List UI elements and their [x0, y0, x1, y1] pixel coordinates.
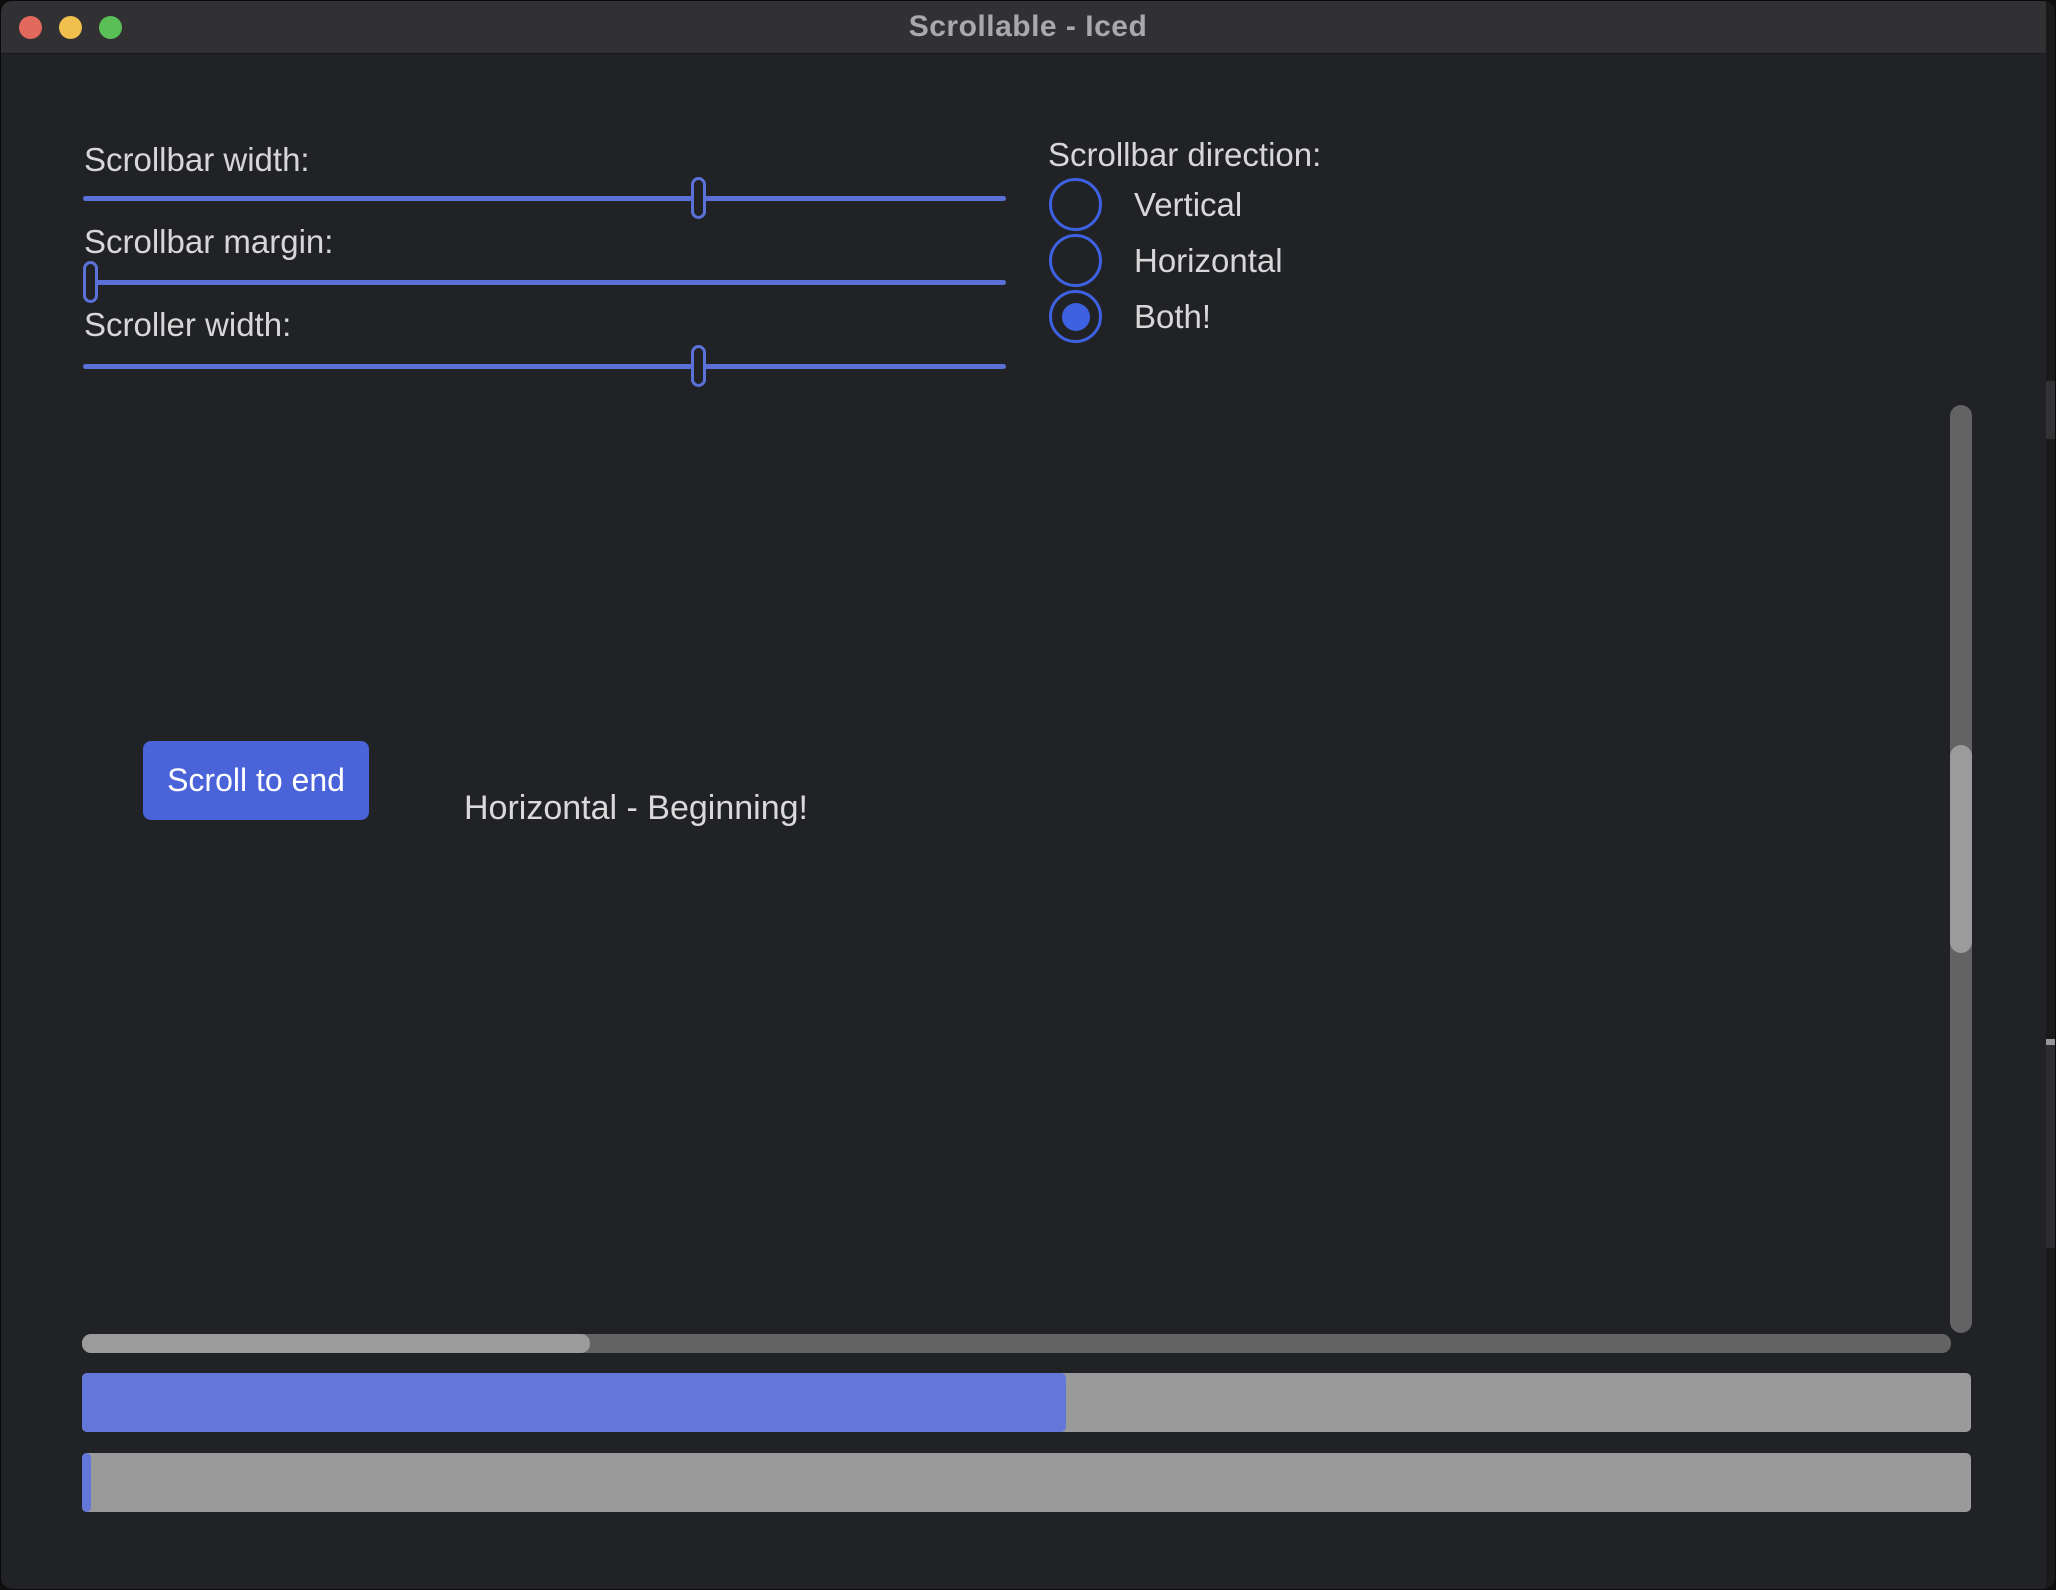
horizontal-scrollbar-thumb[interactable] — [82, 1334, 590, 1353]
radio-option-both[interactable]: Both! — [1049, 290, 1211, 343]
edge-segment — [2046, 1045, 2056, 1248]
slider-label-scrollbar-width: Scrollbar width: — [84, 142, 310, 178]
app-window: Scrollable - Iced Scrollbar width: Scrol… — [0, 0, 2056, 1590]
radio-dot-icon — [1062, 303, 1090, 331]
progress-fill — [82, 1373, 1066, 1432]
slider-handle[interactable] — [691, 177, 706, 219]
window-title: Scrollable - Iced — [909, 10, 1148, 44]
close-icon[interactable] — [19, 16, 42, 39]
slider-handle[interactable] — [83, 261, 98, 303]
scrollbar-width-slider[interactable] — [83, 196, 1006, 201]
radio-option-horizontal[interactable]: Horizontal — [1049, 234, 1283, 287]
slider-handle[interactable] — [691, 345, 706, 387]
radio-circle-icon — [1049, 234, 1102, 287]
radio-circle-icon — [1049, 178, 1102, 231]
traffic-lights — [19, 1, 122, 54]
edge-segment — [2046, 381, 2056, 439]
radio-label: Vertical — [1134, 186, 1242, 224]
vertical-scrollbar-thumb[interactable] — [1950, 745, 1972, 954]
horizontal-scrollbar-track[interactable] — [82, 1334, 1951, 1353]
vertical-progress-bar — [82, 1453, 1971, 1512]
vertical-scrollbar-track[interactable] — [1950, 405, 1972, 1333]
radio-label: Horizontal — [1134, 242, 1283, 280]
slider-label-scrollbar-margin: Scrollbar margin: — [84, 224, 333, 260]
radio-option-vertical[interactable]: Vertical — [1049, 178, 1242, 231]
scroll-to-end-button[interactable]: Scroll to end — [143, 741, 369, 820]
titlebar: Scrollable - Iced — [1, 1, 2055, 54]
scroll-status-text: Horizontal - Beginning! — [464, 789, 808, 828]
scrollbar-margin-slider[interactable] — [83, 280, 1006, 285]
radio-circle-icon — [1049, 290, 1102, 343]
scroller-width-slider[interactable] — [83, 364, 1006, 369]
horizontal-progress-bar — [82, 1373, 1971, 1432]
radio-label: Both! — [1134, 298, 1211, 336]
radio-group-label: Scrollbar direction: — [1048, 137, 1321, 173]
window-right-edge — [2046, 1, 2056, 1590]
minimize-icon[interactable] — [59, 16, 82, 39]
progress-fill — [82, 1453, 91, 1512]
zoom-icon[interactable] — [99, 16, 122, 39]
slider-label-scroller-width: Scroller width: — [84, 307, 291, 343]
